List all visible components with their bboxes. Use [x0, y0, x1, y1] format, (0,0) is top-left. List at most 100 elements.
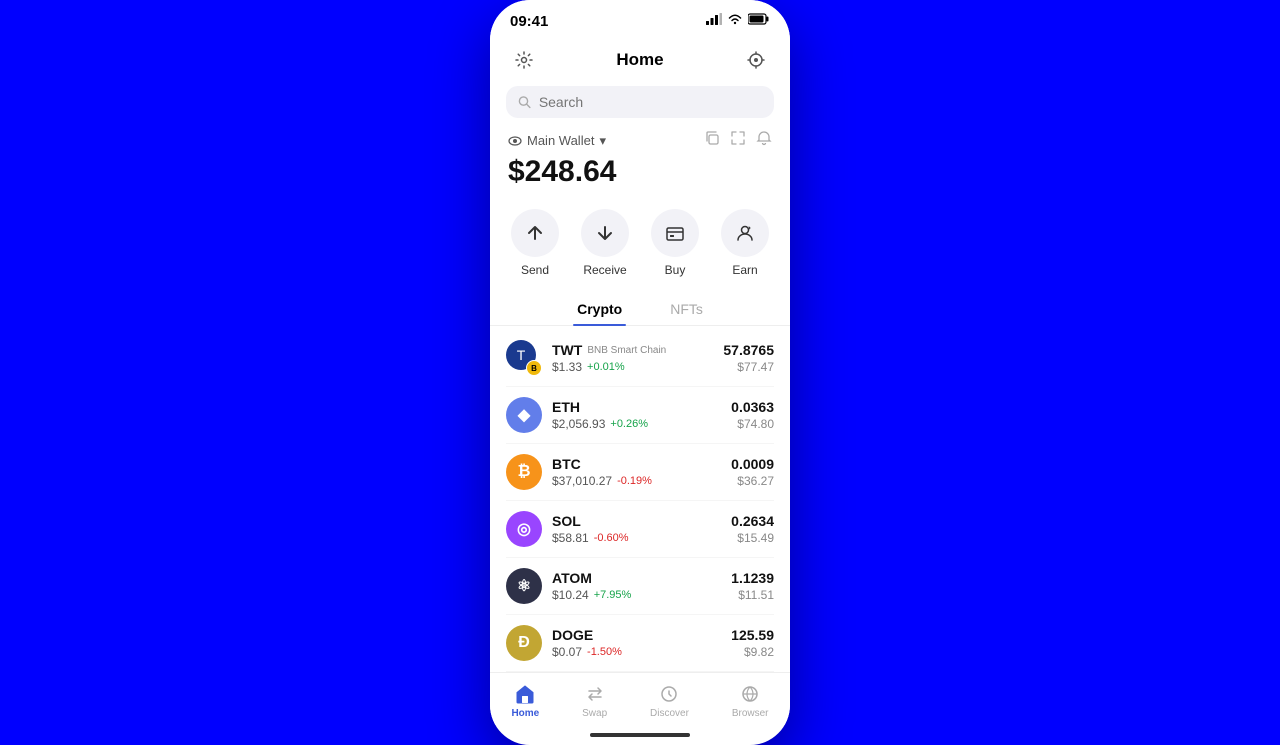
- home-bar: [590, 733, 690, 737]
- home-indicator: [490, 725, 790, 745]
- swap-nav-icon: [584, 683, 606, 705]
- nav-browser-label: Browser: [732, 708, 769, 719]
- eth-amount: 0.0363: [731, 399, 774, 415]
- nav-home-label: Home: [511, 708, 539, 719]
- btc-price: $37,010.27: [552, 474, 612, 488]
- sol-icon: ◎: [506, 511, 542, 547]
- buy-button[interactable]: Buy: [651, 209, 699, 277]
- wallet-chevron: ▾: [599, 133, 606, 149]
- atom-change: +7.95%: [594, 589, 632, 601]
- eth-info: ETH $2,056.93 +0.26%: [552, 399, 648, 431]
- twt-amount: 57.8765: [723, 342, 774, 358]
- crypto-left: ⚛ ATOM $10.24 +7.95%: [506, 568, 631, 604]
- send-icon: [511, 209, 559, 257]
- doge-price: $0.07: [552, 645, 582, 659]
- send-button[interactable]: Send: [511, 209, 559, 277]
- list-item[interactable]: Ð DOGE $0.07 -1.50% 125.59 $9.82: [506, 615, 774, 672]
- sol-value: $15.49: [731, 531, 774, 545]
- twt-price: $1.33: [552, 360, 582, 374]
- tab-crypto[interactable]: Crypto: [573, 293, 626, 325]
- sol-symbol: SOL: [552, 513, 581, 529]
- eth-right: 0.0363 $74.80: [731, 399, 774, 431]
- phone-container: 09:41: [490, 0, 790, 745]
- sol-price: $58.81: [552, 531, 589, 545]
- tab-nfts[interactable]: NFTs: [666, 293, 707, 325]
- discover-nav-icon: [658, 683, 680, 705]
- atom-info: ATOM $10.24 +7.95%: [552, 570, 631, 602]
- twt-change: +0.01%: [587, 361, 625, 373]
- wifi-icon: [727, 12, 743, 30]
- wallet-action-icons: [704, 130, 772, 151]
- scan-button[interactable]: [740, 44, 772, 76]
- status-time: 09:41: [510, 13, 548, 30]
- crypto-left: ₿ BTC $37,010.27 -0.19%: [506, 454, 652, 490]
- eth-icon: ◆: [506, 397, 542, 433]
- list-item[interactable]: ₿ BTC $37,010.27 -0.19% 0.0009 $36.27: [506, 444, 774, 501]
- earn-icon: [721, 209, 769, 257]
- status-icons: [706, 12, 770, 30]
- buy-label: Buy: [665, 263, 686, 277]
- copy-address-button[interactable]: [704, 130, 720, 151]
- atom-price: $10.24: [552, 588, 589, 602]
- earn-button[interactable]: Earn: [721, 209, 769, 277]
- signal-icon: [706, 12, 722, 30]
- status-bar: 09:41: [490, 0, 790, 36]
- btc-right: 0.0009 $36.27: [731, 456, 774, 488]
- notification-button[interactable]: [756, 130, 772, 151]
- nav-discover[interactable]: Discover: [650, 683, 689, 719]
- doge-symbol: DOGE: [552, 627, 593, 643]
- receive-button[interactable]: Receive: [581, 209, 629, 277]
- crypto-left: ◎ SOL $58.81 -0.60%: [506, 511, 629, 547]
- twt-right: 57.8765 $77.47: [723, 342, 774, 374]
- eth-value: $74.80: [731, 417, 774, 431]
- bottom-navigation: Home Swap Discover Browser: [490, 672, 790, 725]
- list-item[interactable]: T B TWT BNB Smart Chain $1.33 +0.01% 57.…: [506, 330, 774, 387]
- asset-tabs: Crypto NFTs: [490, 293, 790, 326]
- crypto-left: Ð DOGE $0.07 -1.50%: [506, 625, 622, 661]
- doge-info: DOGE $0.07 -1.50%: [552, 627, 622, 659]
- nav-home[interactable]: Home: [511, 683, 539, 719]
- battery-icon: [748, 12, 770, 30]
- atom-symbol: ATOM: [552, 570, 592, 586]
- search-bar[interactable]: [506, 86, 774, 118]
- btc-amount: 0.0009: [731, 456, 774, 472]
- list-item[interactable]: ◎ SOL $58.81 -0.60% 0.2634 $15.49: [506, 501, 774, 558]
- earn-label: Earn: [732, 263, 757, 277]
- wallet-name: Main Wallet: [527, 133, 594, 148]
- doge-change: -1.50%: [587, 646, 622, 658]
- twt-icon: T B: [506, 340, 542, 376]
- wallet-selector[interactable]: Main Wallet ▾: [508, 133, 606, 149]
- btc-change: -0.19%: [617, 475, 652, 487]
- doge-amount: 125.59: [731, 627, 774, 643]
- fullscreen-button[interactable]: [730, 130, 746, 151]
- twt-info: TWT BNB Smart Chain $1.33 +0.01%: [552, 342, 666, 374]
- browser-nav-icon: [739, 683, 761, 705]
- list-item[interactable]: ⚛ ATOM $10.24 +7.95% 1.1239 $11.51: [506, 558, 774, 615]
- wallet-balance: $248.64: [508, 155, 772, 189]
- header-title: Home: [616, 50, 663, 70]
- nav-browser[interactable]: Browser: [732, 683, 769, 719]
- atom-amount: 1.1239: [731, 570, 774, 586]
- eye-icon: [508, 134, 522, 148]
- search-input[interactable]: [539, 94, 762, 110]
- twt-symbol: TWT: [552, 342, 582, 358]
- search-icon: [518, 95, 531, 109]
- crypto-list: T B TWT BNB Smart Chain $1.33 +0.01% 57.…: [490, 330, 790, 672]
- doge-right: 125.59 $9.82: [731, 627, 774, 659]
- receive-label: Receive: [583, 263, 626, 277]
- twt-chain-badge: B: [526, 360, 542, 376]
- sol-info: SOL $58.81 -0.60%: [552, 513, 629, 545]
- home-nav-icon: [514, 683, 536, 705]
- eth-price: $2,056.93: [552, 417, 605, 431]
- btc-info: BTC $37,010.27 -0.19%: [552, 456, 652, 488]
- list-item[interactable]: ◆ ETH $2,056.93 +0.26% 0.0363 $74.80: [506, 387, 774, 444]
- send-label: Send: [521, 263, 549, 277]
- settings-button[interactable]: [508, 44, 540, 76]
- twt-value: $77.47: [723, 360, 774, 374]
- atom-value: $11.51: [731, 588, 774, 602]
- nav-swap[interactable]: Swap: [582, 683, 607, 719]
- doge-value: $9.82: [731, 645, 774, 659]
- action-buttons: Send Receive Buy: [490, 201, 790, 293]
- crypto-left: ◆ ETH $2,056.93 +0.26%: [506, 397, 648, 433]
- btc-symbol: BTC: [552, 456, 581, 472]
